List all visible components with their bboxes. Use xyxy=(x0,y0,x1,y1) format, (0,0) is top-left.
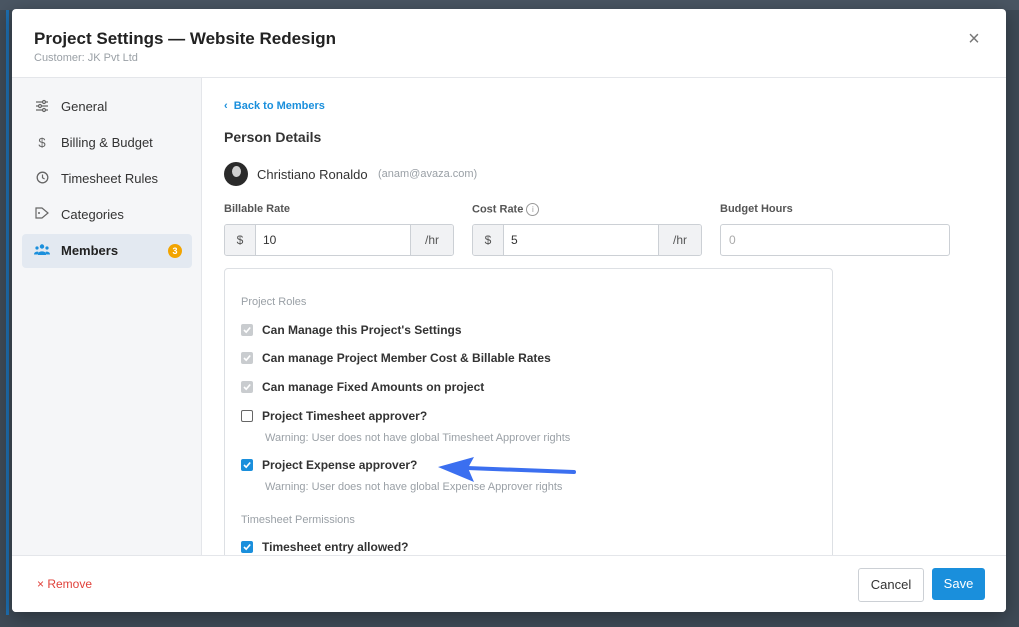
close-icon[interactable]: × xyxy=(962,27,986,51)
back-to-members-link[interactable]: ‹ Back to Members xyxy=(224,100,325,112)
sliders-icon xyxy=(34,99,50,115)
budget-hours-label: Budget Hours xyxy=(720,203,793,215)
currency-prefix: $ xyxy=(225,225,256,255)
role-label: Project Timesheet approver? xyxy=(262,409,428,423)
sidebar-item-label: Timesheet Rules xyxy=(61,171,159,186)
annotation-arrow-icon xyxy=(438,457,576,482)
back-link-label: Back to Members xyxy=(233,100,325,112)
cost-rate-label: Cost Rate xyxy=(472,203,524,216)
sidebar-item-billing[interactable]: $ Billing & Budget xyxy=(22,126,192,160)
role-label: Project Expense approver? xyxy=(262,458,418,472)
modal-footer: × Remove Cancel Save xyxy=(12,555,1006,612)
billable-rate-field[interactable]: $ 10 /hr xyxy=(224,224,454,256)
members-count-badge: 3 xyxy=(168,244,182,258)
checkbox-disabled-checked xyxy=(241,352,253,364)
checkbox-unchecked[interactable] xyxy=(241,410,253,422)
per-hour-suffix: /hr xyxy=(658,225,701,255)
section-title: Person Details xyxy=(224,129,322,145)
project-roles-label: Project Roles xyxy=(241,296,307,308)
clock-icon xyxy=(34,171,50,187)
modal-header: Project Settings — Website Redesign Cust… xyxy=(12,9,1006,78)
dollar-icon: $ xyxy=(38,135,46,150)
budget-hours-placeholder: 0 xyxy=(729,233,736,247)
currency-prefix: $ xyxy=(473,225,504,255)
users-icon xyxy=(34,243,50,259)
modal-title: Project Settings — Website Redesign xyxy=(34,29,336,48)
settings-sidebar: General $ Billing & Budget Timesheet Rul… xyxy=(12,78,202,555)
save-button[interactable]: Save xyxy=(932,568,985,600)
sidebar-item-label: Categories xyxy=(61,207,124,222)
role-label: Can manage Project Member Cost & Billabl… xyxy=(262,351,551,365)
billable-rate-label: Billable Rate xyxy=(224,203,291,215)
checkbox-disabled-checked xyxy=(241,381,253,393)
role-label: Can manage Fixed Amounts on project xyxy=(262,380,485,394)
per-hour-suffix: /hr xyxy=(410,225,453,255)
tag-icon xyxy=(34,207,50,223)
cancel-button[interactable]: Cancel xyxy=(858,568,924,602)
remove-member-button[interactable]: × Remove xyxy=(37,577,92,591)
checkbox-disabled-checked xyxy=(241,324,253,336)
permissions-box: Project Roles Can Manage this Project's … xyxy=(224,268,833,555)
timesheet-approver-warning: Warning: User does not have global Times… xyxy=(265,432,571,444)
modal-subtitle: Customer: JK Pvt Ltd xyxy=(34,52,138,64)
cost-rate-label-wrap: Cost Rate i xyxy=(472,203,540,216)
background-left-accent xyxy=(6,10,9,615)
chevron-left-icon: ‹ xyxy=(224,100,228,112)
member-details-panel: ‹ Back to Members Person Details Christi… xyxy=(202,78,1006,555)
sidebar-item-members[interactable]: Members 3 xyxy=(22,234,192,268)
role-label: Can Manage this Project's Settings xyxy=(262,323,462,337)
budget-hours-field[interactable]: 0 xyxy=(720,224,950,256)
sidebar-item-categories[interactable]: Categories xyxy=(22,198,192,232)
sidebar-item-label: General xyxy=(61,99,108,114)
checkbox-checked[interactable] xyxy=(241,459,253,471)
sidebar-item-label: Members xyxy=(61,243,119,258)
person-name: Christiano Ronaldo xyxy=(257,167,368,182)
cost-rate-field[interactable]: $ 5 /hr xyxy=(472,224,702,256)
timesheet-permissions-label: Timesheet Permissions xyxy=(241,514,355,526)
sidebar-item-label: Billing & Budget xyxy=(61,135,153,150)
avatar xyxy=(224,162,248,186)
sidebar-item-general[interactable]: General xyxy=(22,90,192,124)
sidebar-item-timesheet-rules[interactable]: Timesheet Rules xyxy=(22,162,192,196)
permission-label: Timesheet entry allowed? xyxy=(262,540,409,554)
info-icon[interactable]: i xyxy=(526,203,540,216)
cost-rate-value: 5 xyxy=(511,233,518,247)
checkbox-checked[interactable] xyxy=(241,541,253,553)
billable-rate-value: 10 xyxy=(263,233,277,247)
project-settings-modal: Project Settings — Website Redesign Cust… xyxy=(12,9,1006,612)
person-email: (anam@avaza.com) xyxy=(378,168,478,180)
